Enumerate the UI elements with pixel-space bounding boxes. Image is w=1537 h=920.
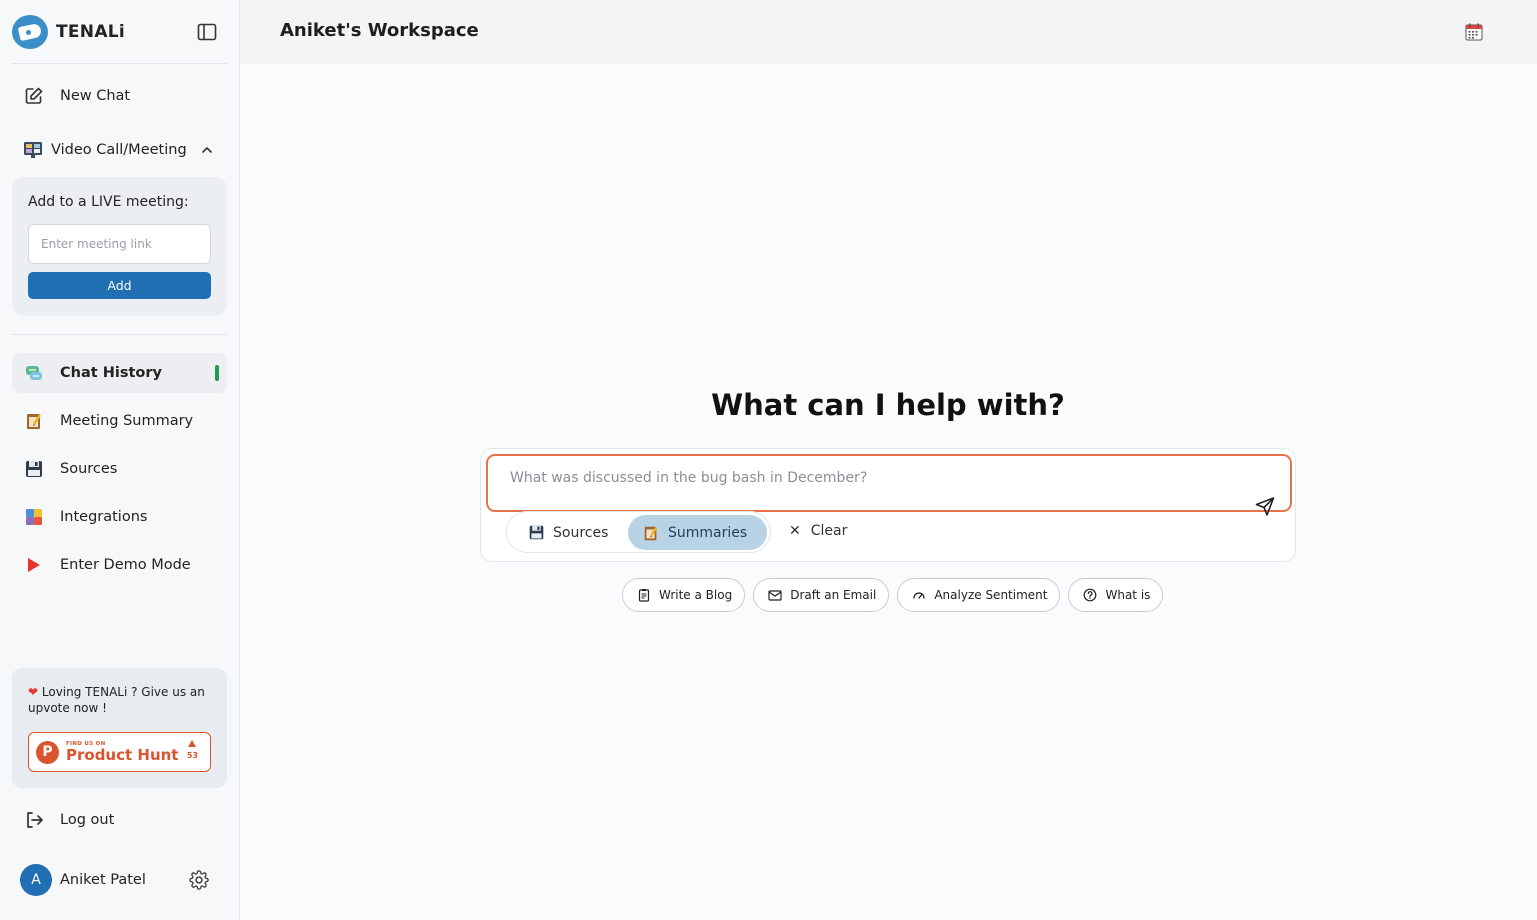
product-hunt-badge[interactable]: P FIND US ON Product Hunt 53 [28,732,211,772]
brand[interactable]: TENALi [12,14,125,50]
floppy-disk-icon [527,524,545,542]
chip-label: What is [1105,588,1151,602]
clipboard-icon [637,588,651,602]
chip-label: Draft an Email [790,588,877,602]
mail-icon [768,588,782,602]
sidebar-item-integrations[interactable]: Integrations [12,497,227,537]
context-toggle-group: Sources Summaries [506,511,771,553]
hero-title: What can I help with? [711,388,1065,422]
logout-icon [24,810,44,830]
video-call-label: Video Call/Meeting [51,142,187,158]
badge-big-text: Product Hunt [66,746,179,764]
integrations-label: Integrations [60,509,148,525]
new-chat-label: New Chat [60,88,131,104]
notepad-icon [642,524,660,542]
brand-name: TENALi [56,22,126,42]
summaries-toggle-label: Summaries [668,524,748,541]
suggestion-chips: Write a Blog Draft an Email Analyze Sent… [622,578,1171,612]
chip-analyze-sentiment[interactable]: Analyze Sentiment [897,578,1061,612]
sidebar-toggle-icon[interactable] [196,21,218,43]
sources-toggle-label: Sources [553,524,609,541]
floppy-disk-icon [24,459,44,479]
summaries-toggle[interactable]: Summaries [628,515,767,550]
send-icon[interactable] [1254,495,1276,517]
sidebar-item-meeting-summary[interactable]: Meeting Summary [12,401,227,441]
chat-input[interactable] [486,454,1292,512]
clear-button[interactable]: ✕ Clear [789,519,847,543]
live-meeting-card: Add to a LIVE meeting: Add [12,177,227,316]
chat-composer: Sources Summaries ✕ Clear [480,448,1296,562]
demo-mode-label: Enter Demo Mode [60,557,191,573]
logout-label: Log out [60,812,115,828]
user-name: Aniket Patel [60,872,146,888]
sidebar: TENALi New Chat Video Call/Meeting Add t… [0,0,240,920]
integrations-icon [24,507,44,527]
divider [12,334,227,335]
logout-button[interactable]: Log out [12,800,227,840]
product-hunt-promo: ❤ Loving TENALi ? Give us an upvote now … [12,668,227,788]
chat-history-icon [24,363,44,383]
close-icon: ✕ [789,523,801,539]
clear-label: Clear [810,523,848,539]
calendar-icon[interactable] [1464,22,1484,42]
gear-icon[interactable] [189,870,209,890]
upvote-arrow-icon [188,740,197,747]
user-profile: A Aniket Patel [20,864,215,896]
edit-icon [24,86,44,106]
chip-write-blog[interactable]: Write a Blog [622,578,746,612]
live-meeting-label: Add to a LIVE meeting: [28,194,189,210]
workspace-title: Aniket's Workspace [280,20,479,41]
sidebar-item-chat-history[interactable]: Chat History [12,353,227,393]
question-icon [1083,588,1097,602]
avatar[interactable]: A [20,864,52,896]
add-meeting-button[interactable]: Add [28,272,211,299]
sources-toggle[interactable]: Sources [507,515,627,550]
meeting-summary-label: Meeting Summary [60,413,194,429]
chip-draft-email[interactable]: Draft an Email [753,578,890,612]
product-hunt-logo-icon: P [36,740,59,764]
meeting-link-input[interactable] [28,224,211,264]
video-call-icon [23,140,43,160]
top-bar: Aniket's Workspace [240,0,1537,64]
sidebar-item-demo-mode[interactable]: Enter Demo Mode [12,545,227,585]
active-indicator [215,365,219,381]
heart-icon: ❤ [28,685,39,699]
chip-label: Analyze Sentiment [934,588,1048,602]
notepad-icon [24,411,44,431]
chevron-up-icon [200,143,214,161]
sources-label: Sources [60,461,118,477]
tenali-logo-icon [12,15,48,49]
video-call-toggle[interactable]: Video Call/Meeting [12,130,227,170]
chip-what-is[interactable]: What is [1068,578,1164,612]
promo-message: Loving TENALi ? Give us an upvote now ! [28,685,205,715]
sidebar-item-sources[interactable]: Sources [12,449,227,489]
chat-history-label: Chat History [60,365,162,381]
promo-text: ❤ Loving TENALi ? Give us an upvote now … [28,684,214,716]
gauge-icon [912,588,926,602]
vote-count: 53 [186,751,198,760]
upvote-count: 53 [187,740,198,760]
new-chat-button[interactable]: New Chat [12,76,227,116]
divider [12,63,227,64]
play-icon [24,555,44,575]
chip-label: Write a Blog [659,588,733,602]
